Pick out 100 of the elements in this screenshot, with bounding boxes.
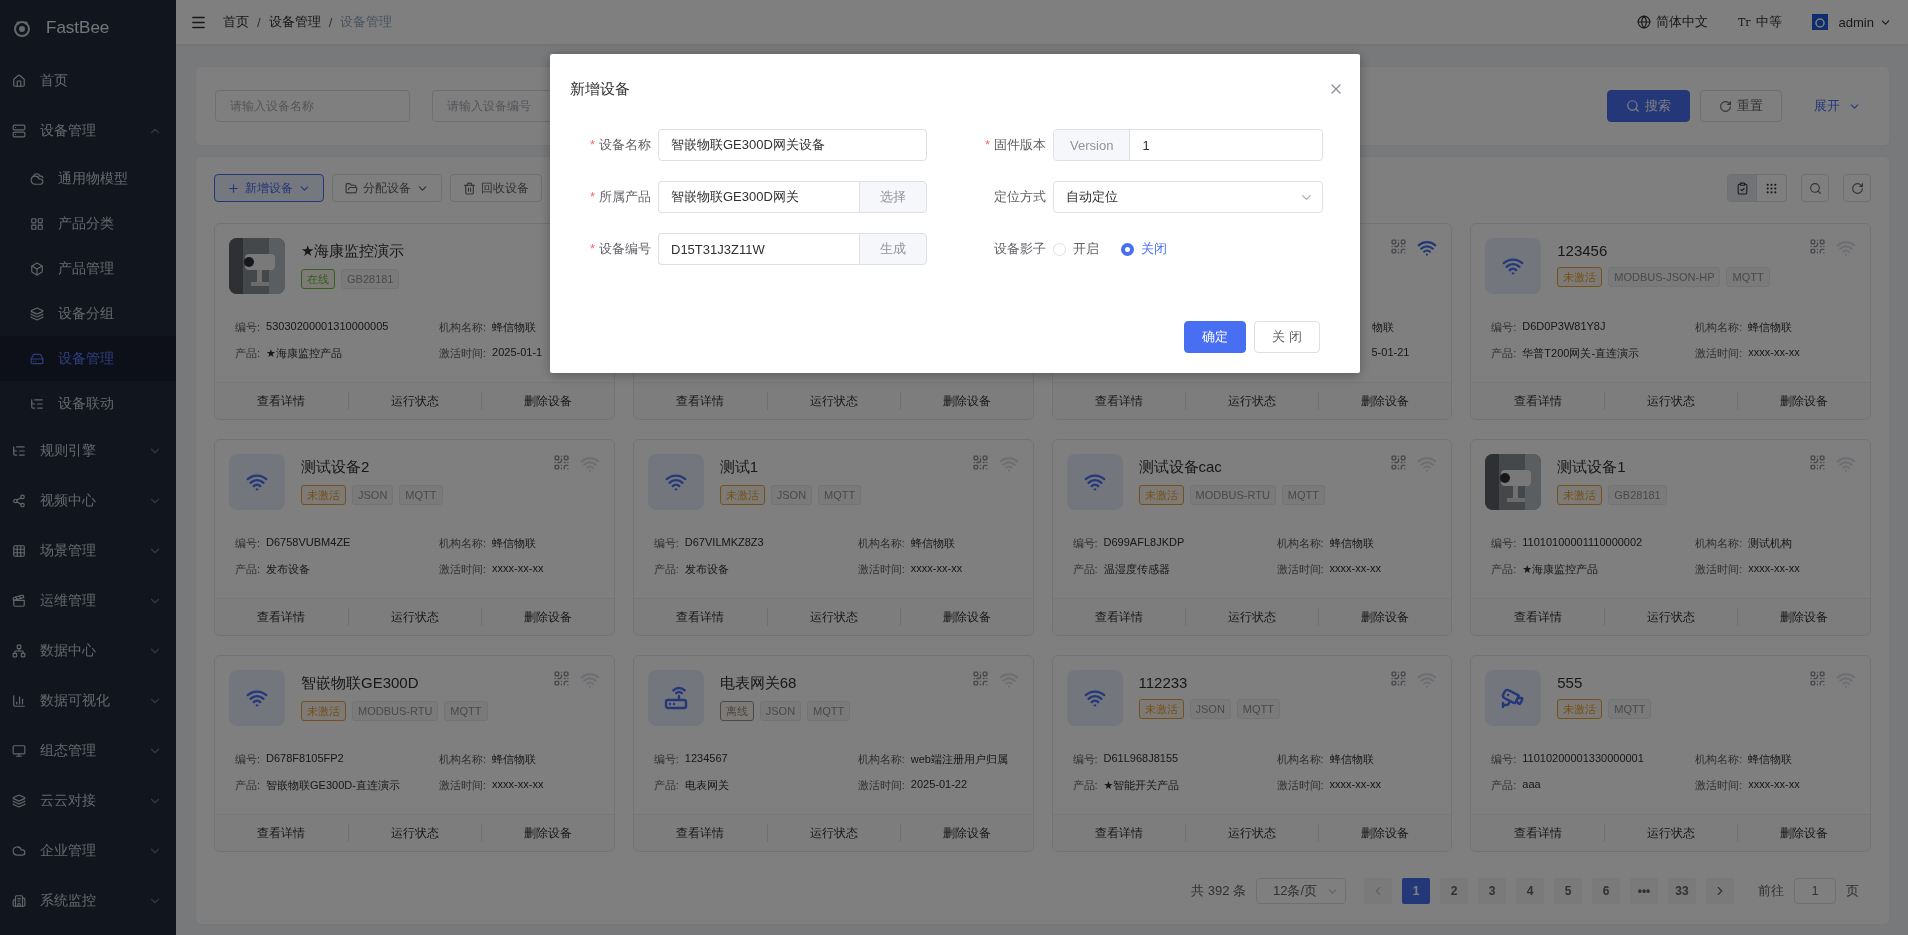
form-label: * 固件版本 [983,136,1046,154]
field-value: 蜂信物联 [1748,320,1793,335]
field-value: 2025-01-1 [492,346,543,360]
field-label: 产品: [235,778,261,793]
field-label: 编号: [235,320,261,335]
status-tag: 未激活 [301,485,346,505]
field-value: D699AFL8JKDP [1103,536,1185,550]
field-value: xxxx-xx-xx [1748,346,1800,360]
goto-label: 前往 [1758,882,1784,900]
field-value: 5-01-21 [1371,346,1410,358]
field-value: 蜂信物联 [1329,752,1374,767]
field-label: 机构名称: [1695,320,1743,335]
field-value: 温湿度传感器 [1103,562,1170,577]
breadcrumb-separator: / [257,14,261,30]
field-value: 蜂信物联 [492,536,537,551]
field-label: 编号: [1072,536,1098,551]
field-label: 机构名称: [1276,536,1324,551]
field-value: ★海康监控产品 [1522,562,1599,577]
field-label: 编号: [1072,752,1098,767]
field-value: 电表网关 [684,778,729,793]
status-tag: 未激活 [1138,699,1184,719]
status-tag: 未激活 [719,485,765,505]
field-value: xxxx-xx-xx [1748,562,1800,576]
field-value: D6758VUBM4ZE [266,536,351,550]
device-title: 123456 [1557,242,1608,259]
field-value: 1234567 [684,752,728,766]
field-label: 产品: [1491,778,1517,793]
status-tag: 未激活 [1557,267,1603,287]
field-value: 蜂信物联 [1329,536,1374,551]
field-value: 发布设备 [684,562,729,577]
device-title: 智嵌物联GE300D [301,674,419,693]
field-label: 激活时间: [857,778,905,793]
device-title: 电表网关68 [719,674,797,693]
device-title: ★海康监控演示 [301,242,405,261]
field-label: 编号: [1491,320,1517,335]
field-value: aaa [1522,778,1541,792]
field-value: 2025-01-22 [910,778,968,792]
page-suffix: 页 [1846,882,1859,900]
field-label: 机构名称: [439,752,487,767]
field-label: 激活时间: [1695,346,1743,361]
app-name: FastBee [46,18,110,38]
field-value: xxxx-xx-xx [1748,778,1800,792]
field-label: 机构名称: [1695,752,1743,767]
field-value: xxxx-xx-xx [910,562,963,576]
field-value: 53030200001310000005 [266,320,389,334]
field-label: 编号: [235,752,261,767]
field-label: 编号: [653,752,679,767]
field-label: 编号: [235,536,261,551]
field-label: 激活时间: [439,778,487,793]
field-value: 测试机构 [1748,536,1793,551]
device-title: 测试设备cac [1138,458,1222,477]
field-value: D67VILMKZ8Z3 [684,536,764,550]
field-label: 产品: [653,562,679,577]
field-value: ★智能开关产品 [1103,778,1180,793]
field-label: 产品: [235,562,261,577]
field-value: xxxx-xx-xx [492,778,544,792]
field-label: 产品: [1491,346,1517,361]
field-value: web端注册用户归属 [910,752,1008,767]
field-label: 激活时间: [439,346,487,361]
field-label: 机构名称: [439,536,487,551]
form-label: * 所属产品 [588,188,651,206]
field-label: 激活时间: [439,562,487,577]
device-title: 555 [1557,674,1583,691]
field-value: 物联 [1371,320,1394,335]
field-label: 机构名称: [857,752,905,767]
field-label: 机构名称: [1276,752,1324,767]
status-tag: 未激活 [1557,485,1603,505]
field-label: 编号: [653,536,679,551]
field-label: 机构名称: [1695,536,1743,551]
status-tag: 未激活 [1138,485,1184,505]
device-title: 112233 [1138,674,1188,691]
status-tag: 在线 [301,269,335,289]
field-label: 编号: [1491,536,1517,551]
field-value: 蜂信物联 [492,320,537,335]
device-title: 测试1 [719,458,759,477]
field-value: D678F8105FP2 [266,752,344,766]
field-label: 产品: [235,346,261,361]
field-value: 11010100001110000002 [1522,536,1643,550]
device-title: 测试设备1 [1557,458,1626,477]
field-value: 11010200001330000001 [1522,752,1644,766]
field-value: 蜂信物联 [1748,752,1793,767]
device-title: 测试设备2 [301,458,370,477]
field-label: 激活时间: [1695,778,1743,793]
field-value: 蜂信物联 [492,752,537,767]
field-value: xxxx-xx-xx [1329,778,1381,792]
field-label: 产品: [1072,778,1098,793]
field-value: 发布设备 [266,562,311,577]
field-label: 机构名称: [439,320,487,335]
field-value: D6D0P3W81Y8J [1522,320,1606,334]
field-label: 产品: [1491,562,1517,577]
form-label: * 设备名称 [588,136,651,154]
field-label: 编号: [1491,752,1517,767]
field-value: D61L968J8155 [1103,752,1179,766]
field-label: 激活时间: [1276,778,1324,793]
field-value: xxxx-xx-xx [492,562,544,576]
form-label: 定位方式 [993,188,1046,206]
field-label: 产品: [653,778,679,793]
field-label: 激活时间: [857,562,905,577]
status-tag: 未激活 [1557,699,1603,719]
form-label: 设备影子 [993,240,1046,258]
